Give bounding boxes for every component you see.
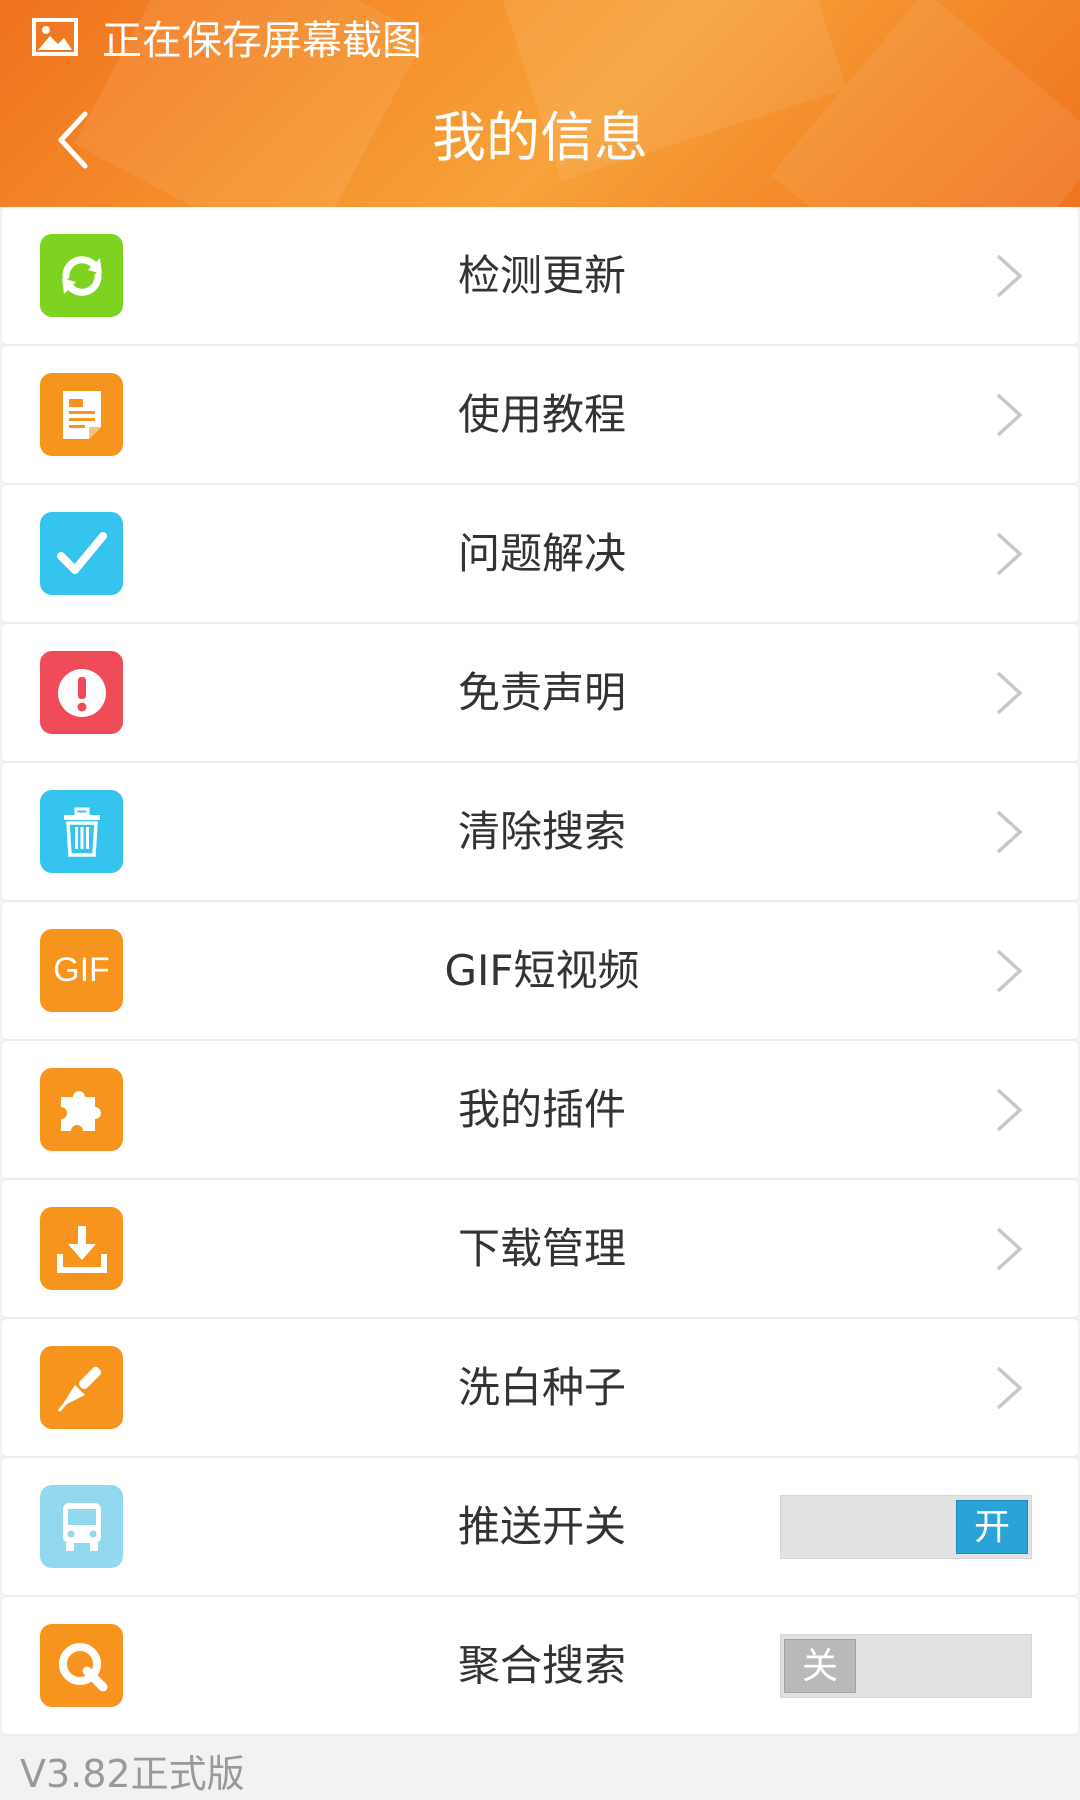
menu-item-clear-search[interactable]: 清除搜索 — [2, 763, 1078, 902]
refresh-icon — [40, 234, 123, 317]
bus-icon — [40, 1485, 123, 1568]
chevron-right-icon — [996, 1227, 1023, 1271]
toggle-knob: 关 — [784, 1639, 856, 1693]
image-icon — [32, 18, 78, 56]
push-toggle-switch[interactable]: 开 — [780, 1495, 1032, 1559]
alert-icon — [40, 651, 123, 734]
page-title: 我的信息 — [432, 106, 648, 169]
menu-item-clean-seed[interactable]: 洗白种子 — [2, 1319, 1078, 1458]
status-text: 正在保存屏幕截图 — [102, 18, 422, 64]
menu-item-label: 使用教程 — [457, 390, 626, 439]
aggregate-search-toggle-switch[interactable]: 关 — [780, 1634, 1032, 1698]
menu-item-label: 我的插件 — [457, 1085, 626, 1134]
chevron-right-icon — [996, 810, 1023, 854]
menu-item-check-update[interactable]: 检测更新 — [2, 207, 1078, 346]
menu-item-my-plugins[interactable]: 我的插件 — [2, 1041, 1078, 1180]
menu-item-aggregate-search: 聚合搜索 关 — [2, 1597, 1078, 1736]
chevron-right-icon — [996, 671, 1023, 715]
check-icon — [40, 512, 123, 595]
version-label: V3.82正式版 — [20, 1752, 245, 1796]
menu-item-label: 洗白种子 — [457, 1363, 626, 1412]
status-bar: 正在保存屏幕截图 — [32, 12, 422, 64]
menu-item-download-manager[interactable]: 下载管理 — [2, 1180, 1078, 1319]
chevron-right-icon — [996, 532, 1023, 576]
menu-item-tutorial[interactable]: 使用教程 — [2, 346, 1078, 485]
chevron-right-icon — [996, 949, 1023, 993]
settings-list: 检测更新 使用教程 问题解决 免责声明 清除搜索 GIF GIF短视频 我的插件… — [0, 207, 1080, 1736]
chevron-right-icon — [996, 254, 1023, 298]
menu-item-disclaimer[interactable]: 免责声明 — [2, 624, 1078, 763]
menu-item-gif-video[interactable]: GIF GIF短视频 — [2, 902, 1078, 1041]
menu-item-label: 检测更新 — [457, 251, 626, 300]
menu-item-label: 下载管理 — [457, 1224, 626, 1273]
menu-item-label: 问题解决 — [457, 529, 626, 578]
chevron-right-icon — [996, 1088, 1023, 1132]
document-icon — [40, 373, 123, 456]
trash-icon — [40, 790, 123, 873]
search-q-icon — [40, 1624, 123, 1707]
chevron-right-icon — [996, 1366, 1023, 1410]
puzzle-icon — [40, 1068, 123, 1151]
gif-icon-text: GIF — [53, 951, 110, 989]
menu-item-troubleshoot[interactable]: 问题解决 — [2, 485, 1078, 624]
chevron-right-icon — [996, 393, 1023, 437]
menu-item-label: GIF短视频 — [444, 946, 640, 995]
gif-icon: GIF — [40, 929, 123, 1012]
download-icon — [40, 1207, 123, 1290]
brush-icon — [40, 1346, 123, 1429]
menu-item-label: 免责声明 — [457, 668, 626, 717]
menu-item-push-toggle: 推送开关 开 — [2, 1458, 1078, 1597]
app-header: 正在保存屏幕截图 我的信息 — [0, 0, 1080, 207]
toggle-knob: 开 — [956, 1500, 1028, 1554]
menu-item-label: 清除搜索 — [457, 807, 626, 856]
